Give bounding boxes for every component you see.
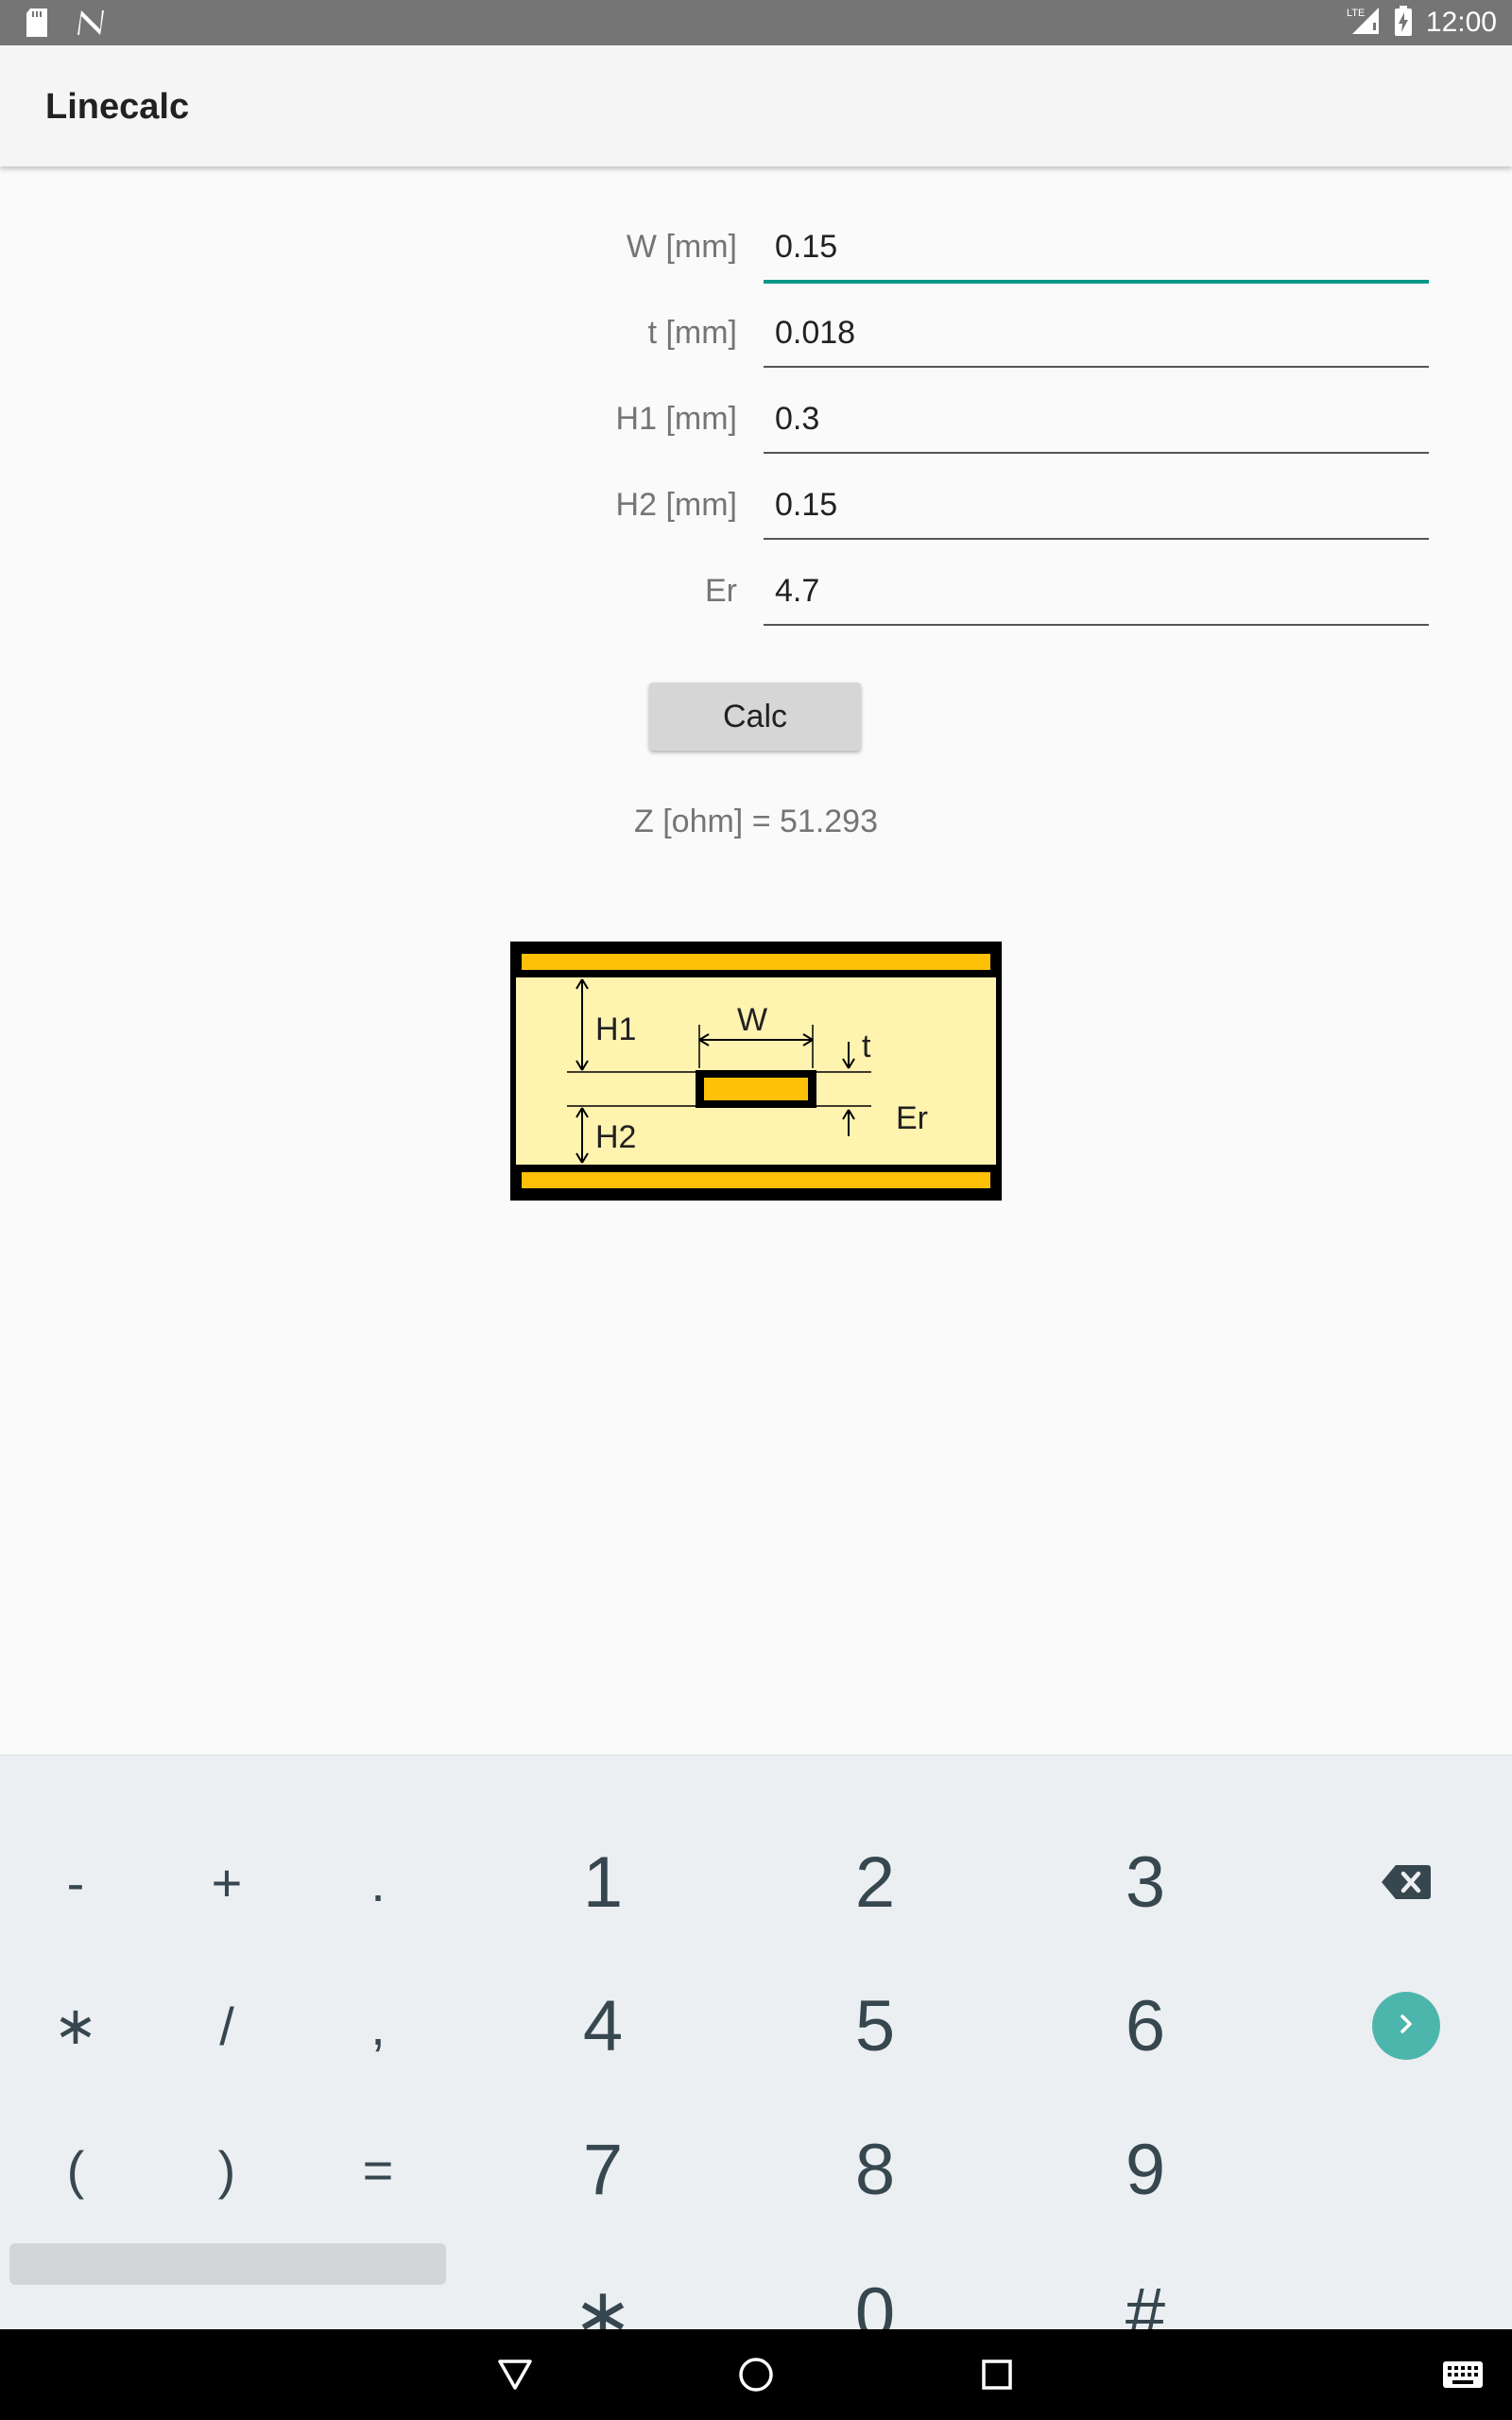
space-key[interactable] — [9, 2243, 446, 2285]
field-label-w: W [mm] — [626, 229, 737, 265]
n-icon — [76, 9, 106, 42]
key-period[interactable]: . — [321, 1835, 435, 1929]
diagram-label-h1: H1 — [595, 1011, 636, 1047]
key-close-paren[interactable]: ) — [170, 2122, 284, 2217]
key-7[interactable]: 7 — [508, 2113, 697, 2226]
key-1[interactable]: 1 — [508, 1825, 697, 1939]
key-3[interactable]: 3 — [1051, 1825, 1240, 1939]
diagram-label-h2: H2 — [595, 1119, 636, 1155]
key-plus[interactable]: + — [170, 1835, 284, 1929]
h1-input-value: 0.3 — [775, 401, 820, 437]
t-input[interactable]: 0.018 — [764, 305, 1429, 368]
calc-button[interactable]: Calc — [649, 683, 861, 751]
next-button[interactable] — [1372, 1992, 1440, 2060]
key-6[interactable]: 6 — [1051, 1969, 1240, 2083]
field-row-w: W [mm] 0.15 — [0, 214, 1512, 289]
key-5[interactable]: 5 — [781, 1969, 970, 2083]
er-input-value: 4.7 — [775, 573, 820, 609]
back-icon[interactable] — [463, 2329, 567, 2420]
app-title: Linecalc — [45, 87, 190, 127]
key-4[interactable]: 4 — [508, 1969, 697, 2083]
h2-input[interactable]: 0.15 — [764, 477, 1429, 540]
stripline-diagram: H1 H2 W t Er — [510, 942, 1002, 1205]
w-input[interactable]: 0.15 — [764, 219, 1429, 284]
er-input[interactable]: 4.7 — [764, 563, 1429, 626]
numeric-keyboard: - + . 1 2 3 ∗ / , 4 5 6 ( ) = 7 8 9 ∗ 0 … — [0, 1754, 1512, 2355]
impedance-result: Z [ohm] = 51.293 — [634, 804, 878, 839]
keyboard-icon[interactable] — [1425, 2329, 1501, 2420]
status-bar: LTE 12:00 — [0, 0, 1512, 45]
app-bar: Linecalc — [0, 45, 1512, 166]
backspace-icon[interactable] — [1353, 1835, 1459, 1929]
field-label-t: t [mm] — [647, 315, 737, 351]
recents-icon[interactable] — [945, 2329, 1049, 2420]
key-comma[interactable]: , — [321, 1979, 435, 2073]
key-9[interactable]: 9 — [1051, 2113, 1240, 2226]
navigation-bar — [0, 2329, 1512, 2420]
home-icon[interactable] — [704, 2329, 808, 2420]
network-type-label: LTE — [1347, 8, 1365, 19]
field-label-h2: H2 [mm] — [615, 487, 737, 523]
key-2[interactable]: 2 — [781, 1825, 970, 1939]
w-input-value: 0.15 — [775, 229, 838, 265]
field-row-h1: H1 [mm] 0.3 — [0, 386, 1512, 461]
h2-input-value: 0.15 — [775, 487, 838, 523]
field-row-t: t [mm] 0.018 — [0, 300, 1512, 375]
field-label-er: Er — [705, 573, 737, 609]
diagram-label-er: Er — [896, 1100, 928, 1136]
sd-card-icon — [25, 9, 49, 42]
diagram-label-t: t — [862, 1028, 871, 1064]
h1-input[interactable]: 0.3 — [764, 391, 1429, 454]
key-equals[interactable]: = — [321, 2122, 435, 2217]
t-input-value: 0.018 — [775, 315, 856, 351]
status-time: 12:00 — [1425, 7, 1497, 38]
signal-icon: LTE — [1347, 6, 1381, 41]
chevron-right-icon — [1395, 2011, 1418, 2042]
key-8[interactable]: 8 — [781, 2113, 970, 2226]
field-row-h2: H2 [mm] 0.15 — [0, 472, 1512, 547]
key-open-paren[interactable]: ( — [19, 2122, 132, 2217]
field-row-er: Er 4.7 — [0, 558, 1512, 633]
key-slash[interactable]: / — [170, 1979, 284, 2073]
battery-charging-icon — [1394, 5, 1413, 41]
diagram-label-w: W — [737, 1002, 767, 1038]
field-label-h1: H1 [mm] — [615, 401, 737, 437]
key-asterisk[interactable]: ∗ — [19, 1979, 132, 2073]
key-minus[interactable]: - — [19, 1835, 132, 1929]
